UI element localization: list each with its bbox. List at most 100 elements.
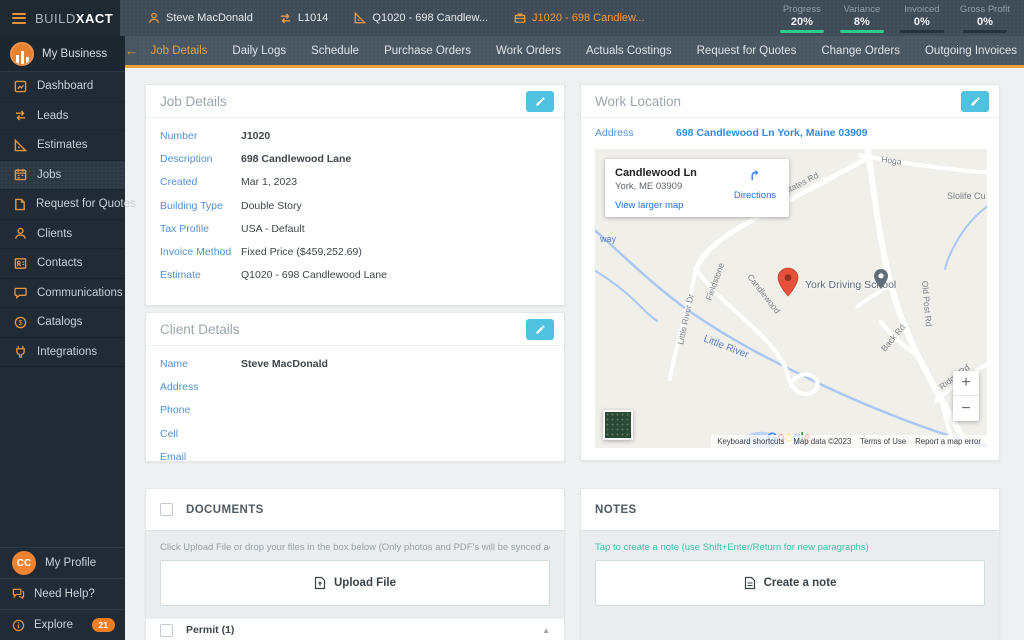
- tab-schedule[interactable]: Schedule: [299, 36, 372, 65]
- field-row: Phone: [146, 399, 564, 422]
- note-hint: Tap to create a note (use Shift+Enter/Re…: [595, 542, 985, 553]
- sidebar-item-need-help[interactable]: Need Help?: [0, 578, 125, 609]
- tab-job-details[interactable]: Job Details: [138, 36, 220, 65]
- pencil-icon: [535, 324, 546, 335]
- variance-bar: [840, 30, 884, 33]
- gross-profit-bar: [963, 30, 1007, 33]
- context-tab-lead[interactable]: L1014: [279, 12, 329, 24]
- card-title: Work Location: [595, 94, 681, 109]
- field-row: NameSteve MacDonald: [146, 352, 564, 375]
- field-row: Address: [146, 375, 564, 398]
- company-logo-icon: [10, 42, 34, 66]
- person-icon: [14, 227, 27, 240]
- map-data-label: Map data ©2023: [793, 437, 851, 446]
- sidebar-item-jobs[interactable]: Jobs: [0, 161, 125, 191]
- sidebar-item-dashboard[interactable]: Dashboard: [0, 72, 125, 102]
- field-row: Cell: [146, 422, 564, 445]
- progress-bar: [780, 30, 824, 33]
- directions-button[interactable]: Directions: [729, 168, 781, 201]
- tab-change-orders[interactable]: Change Orders: [809, 36, 913, 65]
- satellite-view-toggle[interactable]: [603, 410, 633, 440]
- context-tab-label: Q1020 - 698 Candlew...: [372, 12, 488, 24]
- context-tab-job[interactable]: J1020 - 698 Candlew...: [514, 12, 645, 24]
- edit-job-details-button[interactable]: [526, 91, 554, 112]
- field-row: Email: [146, 445, 564, 468]
- upload-file-icon: [314, 576, 326, 590]
- create-note-button[interactable]: Create a note: [595, 560, 985, 606]
- briefcase-icon: [514, 12, 526, 24]
- sidebar-item-my-profile[interactable]: CC My Profile: [0, 547, 125, 578]
- card-title: Job Details: [160, 94, 227, 109]
- job-details-card: Job Details NumberJ1020 Description698 C…: [145, 84, 565, 306]
- directions-icon: [748, 168, 762, 182]
- tab-work-orders[interactable]: Work Orders: [484, 36, 574, 65]
- back-button[interactable]: ←: [125, 36, 138, 68]
- notes-card: NOTES Tap to create a note (use Shift+En…: [580, 488, 1000, 640]
- field-row: Tax ProfileUSA - Default: [146, 217, 564, 240]
- sidebar-item-request-for-quotes[interactable]: Request for Quotes: [0, 190, 125, 220]
- notes-title: NOTES: [595, 504, 637, 516]
- map-attribution: Keyboard shortcuts Map data ©2023 Terms …: [711, 435, 987, 448]
- collapse-caret-icon[interactable]: ▲: [542, 626, 550, 635]
- sidebar-item-leads[interactable]: Leads: [0, 102, 125, 132]
- permit-group-checkbox[interactable]: [160, 624, 173, 637]
- report-map-error-link[interactable]: Report a map error: [915, 437, 981, 446]
- document-group-permit[interactable]: Permit (1) ▲: [146, 619, 564, 640]
- poi-pin[interactable]: [873, 268, 889, 295]
- job-location-pin[interactable]: [777, 267, 799, 302]
- google-map[interactable]: Fieldstone Estates Rd Old Post Rd Candle…: [595, 149, 987, 448]
- tab-actuals-costings[interactable]: Actuals Costings: [573, 36, 684, 65]
- keyboard-shortcuts-link[interactable]: Keyboard shortcuts: [717, 437, 784, 446]
- app-root: BUILDXACT Steve MacDonald L1014 Q1020 - …: [0, 0, 1024, 640]
- brand-build: BUILD: [35, 11, 76, 26]
- context-tab-label: L1014: [298, 12, 329, 24]
- edit-client-details-button[interactable]: [526, 319, 554, 340]
- tab-daily-logs[interactable]: Daily Logs: [220, 36, 299, 65]
- zoom-out-button[interactable]: −: [953, 396, 979, 421]
- view-larger-map-link[interactable]: View larger map: [615, 200, 779, 211]
- sidebar-item-my-business[interactable]: My Business: [0, 36, 125, 72]
- info-circle-icon: [12, 619, 25, 632]
- business-label: My Business: [42, 48, 107, 60]
- context-tab-estimate[interactable]: Q1020 - 698 Candlew...: [354, 12, 488, 24]
- documents-title: DOCUMENTS: [186, 504, 264, 516]
- note-icon: [744, 576, 756, 590]
- sidebar-item-communications[interactable]: Communications: [0, 279, 125, 309]
- sidebar-item-catalogs[interactable]: $ Catalogs: [0, 308, 125, 338]
- sidebar-item-clients[interactable]: Clients: [0, 220, 125, 250]
- map-zoom-control: + −: [953, 371, 979, 421]
- field-row: Description698 Candlewood Lane: [146, 147, 564, 170]
- tab-outgoing-invoices[interactable]: Outgoing Invoices: [912, 36, 1024, 65]
- sidebar-item-explore[interactable]: Explore 21: [0, 609, 125, 640]
- terms-of-use-link[interactable]: Terms of Use: [860, 437, 906, 446]
- app-logo: BUILDXACT: [35, 11, 113, 26]
- documents-select-all-checkbox[interactable]: [160, 503, 173, 516]
- documents-card: DOCUMENTS Click Upload File or drop your…: [145, 488, 565, 640]
- zoom-in-button[interactable]: +: [953, 371, 979, 396]
- chat-bubble-icon: [14, 287, 27, 299]
- field-row: EstimateQ1020 - 698 Candlewood Lane: [146, 264, 564, 287]
- field-row: NumberJ1020: [146, 124, 564, 147]
- sidebar-item-estimates[interactable]: Estimates: [0, 131, 125, 161]
- card-title: Client Details: [160, 322, 240, 337]
- field-row: CreatedMar 1, 2023: [146, 171, 564, 194]
- tab-request-for-quotes[interactable]: Request for Quotes: [684, 36, 809, 65]
- menu-icon[interactable]: [12, 13, 26, 24]
- tab-purchase-orders[interactable]: Purchase Orders: [372, 36, 484, 65]
- topbar: BUILDXACT Steve MacDonald L1014 Q1020 - …: [0, 0, 1024, 36]
- context-tab-user[interactable]: Steve MacDonald: [148, 12, 253, 24]
- stat-variance: Variance 8%: [840, 4, 884, 33]
- upload-file-button[interactable]: Upload File: [160, 560, 550, 606]
- context-tab-label: Steve MacDonald: [166, 12, 253, 24]
- work-location-card: Work Location Address 698 Candlewood Ln …: [580, 84, 1000, 461]
- dashboard-chart-icon: [14, 80, 27, 93]
- sidebar-item-contacts[interactable]: Contacts: [0, 249, 125, 279]
- sidebar-nav: Dashboard Leads Estimates Jobs Request f…: [0, 72, 125, 367]
- sidebar-item-integrations[interactable]: Integrations: [0, 338, 125, 368]
- address-link[interactable]: 698 Candlewood Ln York, Maine 03909: [676, 127, 868, 139]
- plug-icon: [14, 345, 27, 358]
- set-square-icon: [14, 139, 27, 152]
- road-label: Slolife Cu: [947, 191, 986, 201]
- sidebar: My Business Dashboard Leads Estimates Jo…: [0, 36, 125, 640]
- edit-work-location-button[interactable]: [961, 91, 989, 112]
